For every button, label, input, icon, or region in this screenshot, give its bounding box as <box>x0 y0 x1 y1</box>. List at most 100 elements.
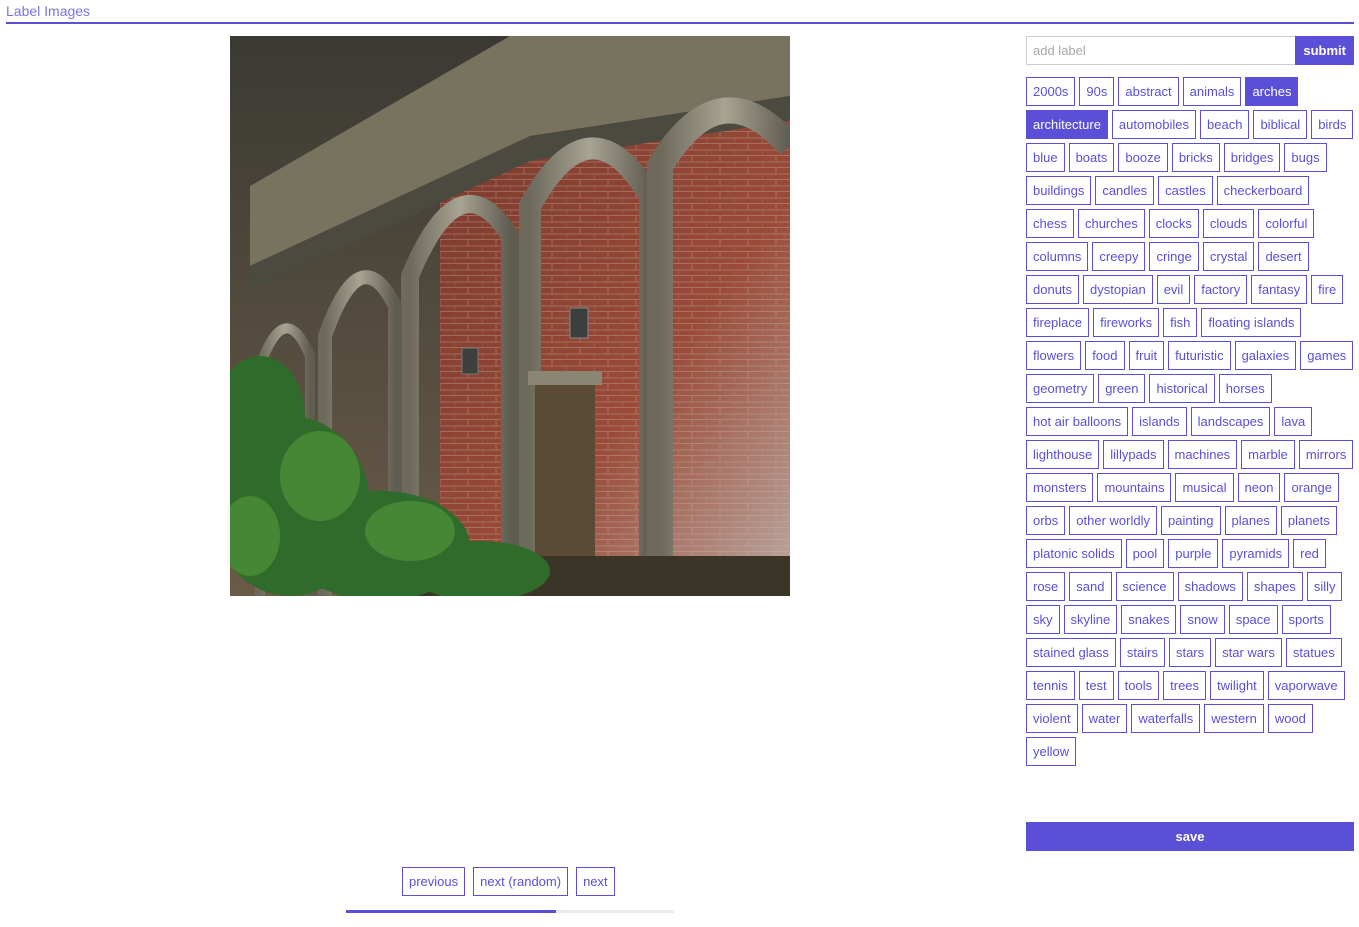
tag-bridges[interactable]: bridges <box>1223 143 1281 172</box>
tag-planes[interactable]: planes <box>1224 506 1277 535</box>
tag-stars[interactable]: stars <box>1168 638 1212 667</box>
tag-trees[interactable]: trees <box>1163 671 1207 700</box>
tag-geometry[interactable]: geometry <box>1026 374 1095 403</box>
previous-button[interactable]: previous <box>402 867 466 896</box>
tag-planets[interactable]: planets <box>1280 506 1337 535</box>
tag-rose[interactable]: rose <box>1026 572 1066 601</box>
tag-painting[interactable]: painting <box>1161 506 1221 535</box>
tag-wood[interactable]: wood <box>1267 704 1313 733</box>
tag-mountains[interactable]: mountains <box>1097 473 1172 502</box>
tag-clouds[interactable]: clouds <box>1202 209 1255 238</box>
tag-booze[interactable]: booze <box>1118 143 1168 172</box>
tag-musical[interactable]: musical <box>1175 473 1234 502</box>
tag-silly[interactable]: silly <box>1306 572 1343 601</box>
tag-science[interactable]: science <box>1115 572 1174 601</box>
tag-tennis[interactable]: tennis <box>1026 671 1075 700</box>
tag-sky[interactable]: sky <box>1026 605 1060 634</box>
tag-hot-air-balloons[interactable]: hot air balloons <box>1026 407 1129 436</box>
tag-galaxies[interactable]: galaxies <box>1234 341 1297 370</box>
tag-fireplace[interactable]: fireplace <box>1026 308 1090 337</box>
tag-monsters[interactable]: monsters <box>1026 473 1094 502</box>
tag-abstract[interactable]: abstract <box>1118 77 1179 106</box>
tag-fire[interactable]: fire <box>1311 275 1344 304</box>
tag-water[interactable]: water <box>1081 704 1128 733</box>
tag-cringe[interactable]: cringe <box>1149 242 1199 271</box>
tag-lillypads[interactable]: lillypads <box>1103 440 1164 469</box>
tag-chess[interactable]: chess <box>1026 209 1074 238</box>
tag-orange[interactable]: orange <box>1284 473 1339 502</box>
tag-beach[interactable]: beach <box>1200 110 1250 139</box>
tag-boats[interactable]: boats <box>1068 143 1115 172</box>
tag-90s[interactable]: 90s <box>1079 77 1115 106</box>
tag-fish[interactable]: fish <box>1163 308 1198 337</box>
tag-red[interactable]: red <box>1293 539 1326 568</box>
tag-vaporwave[interactable]: vaporwave <box>1267 671 1345 700</box>
tag-mirrors[interactable]: mirrors <box>1298 440 1354 469</box>
next-random-button[interactable]: next (random) <box>473 867 569 896</box>
tag-dystopian[interactable]: dystopian <box>1083 275 1153 304</box>
tag-creepy[interactable]: creepy <box>1092 242 1146 271</box>
add-label-input[interactable] <box>1026 36 1296 65</box>
tag-fantasy[interactable]: fantasy <box>1251 275 1308 304</box>
tag-horses[interactable]: horses <box>1218 374 1272 403</box>
tag-space[interactable]: space <box>1228 605 1278 634</box>
tag-fruit[interactable]: fruit <box>1128 341 1165 370</box>
tag-bricks[interactable]: bricks <box>1171 143 1220 172</box>
tag-factory[interactable]: factory <box>1194 275 1248 304</box>
tag-marble[interactable]: marble <box>1241 440 1295 469</box>
tag-candles[interactable]: candles <box>1095 176 1155 205</box>
tag-tools[interactable]: tools <box>1117 671 1160 700</box>
tag-arches[interactable]: arches <box>1245 77 1299 106</box>
tag-waterfalls[interactable]: waterfalls <box>1131 704 1201 733</box>
tag-automobiles[interactable]: automobiles <box>1111 110 1197 139</box>
tag-animals[interactable]: animals <box>1182 77 1242 106</box>
tag-games[interactable]: games <box>1300 341 1354 370</box>
tag-stained-glass[interactable]: stained glass <box>1026 638 1116 667</box>
save-button[interactable]: save <box>1026 822 1354 851</box>
submit-button[interactable]: submit <box>1295 36 1354 65</box>
tag-lava[interactable]: lava <box>1274 407 1313 436</box>
tag-pool[interactable]: pool <box>1125 539 1165 568</box>
tag-checkerboard[interactable]: checkerboard <box>1216 176 1310 205</box>
tag-biblical[interactable]: biblical <box>1253 110 1308 139</box>
tag-skyline[interactable]: skyline <box>1063 605 1118 634</box>
tag-flowers[interactable]: flowers <box>1026 341 1082 370</box>
tag-sand[interactable]: sand <box>1069 572 1112 601</box>
tag-churches[interactable]: churches <box>1077 209 1145 238</box>
tag-buildings[interactable]: buildings <box>1026 176 1092 205</box>
tag-futuristic[interactable]: futuristic <box>1168 341 1231 370</box>
tag-fireworks[interactable]: fireworks <box>1093 308 1160 337</box>
tag-2000s[interactable]: 2000s <box>1026 77 1076 106</box>
tag-shadows[interactable]: shadows <box>1177 572 1243 601</box>
tag-violent[interactable]: violent <box>1026 704 1078 733</box>
tag-sports[interactable]: sports <box>1281 605 1331 634</box>
tag-machines[interactable]: machines <box>1167 440 1238 469</box>
tag-floating-islands[interactable]: floating islands <box>1201 308 1302 337</box>
tag-crystal[interactable]: crystal <box>1202 242 1255 271</box>
tag-historical[interactable]: historical <box>1149 374 1215 403</box>
tag-test[interactable]: test <box>1078 671 1114 700</box>
tag-birds[interactable]: birds <box>1311 110 1354 139</box>
tag-twilight[interactable]: twilight <box>1210 671 1264 700</box>
tag-colorful[interactable]: colorful <box>1258 209 1315 238</box>
tag-landscapes[interactable]: landscapes <box>1190 407 1271 436</box>
tag-clocks[interactable]: clocks <box>1148 209 1199 238</box>
tag-castles[interactable]: castles <box>1158 176 1213 205</box>
tag-islands[interactable]: islands <box>1132 407 1187 436</box>
tag-shapes[interactable]: shapes <box>1246 572 1303 601</box>
tag-other-worldly[interactable]: other worldly <box>1069 506 1157 535</box>
tag-stairs[interactable]: stairs <box>1119 638 1165 667</box>
tag-lighthouse[interactable]: lighthouse <box>1026 440 1100 469</box>
tag-star-wars[interactable]: star wars <box>1215 638 1282 667</box>
tag-orbs[interactable]: orbs <box>1026 506 1066 535</box>
tag-food[interactable]: food <box>1085 341 1125 370</box>
tag-blue[interactable]: blue <box>1026 143 1065 172</box>
tag-western[interactable]: western <box>1204 704 1264 733</box>
next-button[interactable]: next <box>576 867 615 896</box>
tag-donuts[interactable]: donuts <box>1026 275 1080 304</box>
tag-columns[interactable]: columns <box>1026 242 1089 271</box>
tag-purple[interactable]: purple <box>1168 539 1219 568</box>
tag-evil[interactable]: evil <box>1156 275 1191 304</box>
tag-yellow[interactable]: yellow <box>1026 737 1077 766</box>
tag-platonic-solids[interactable]: platonic solids <box>1026 539 1122 568</box>
